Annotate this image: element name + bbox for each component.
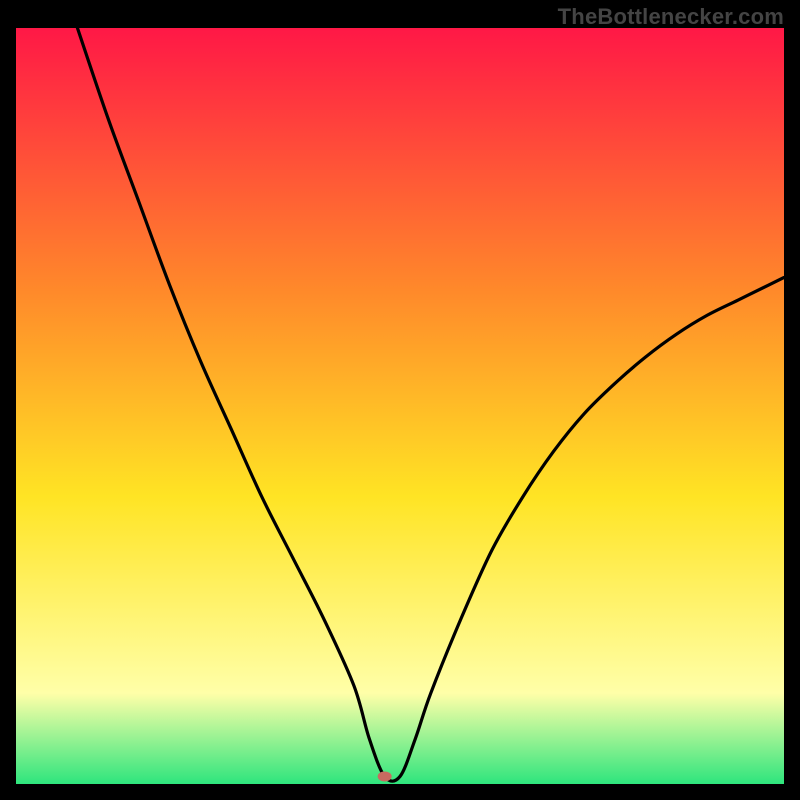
optimal-point-marker [378, 771, 392, 781]
bottleneck-chart [16, 28, 784, 784]
gradient-background [16, 28, 784, 784]
plot-area [16, 28, 784, 784]
watermark-text: TheBottlenecker.com [558, 4, 784, 30]
chart-frame: TheBottlenecker.com [0, 0, 800, 800]
